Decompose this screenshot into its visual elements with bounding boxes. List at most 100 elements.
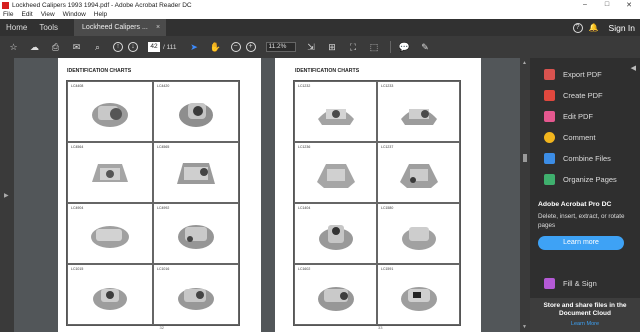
notification-bell-icon[interactable]: 🔔 <box>589 23 599 32</box>
tool-fill-sign[interactable]: Fill & Sign <box>530 273 640 294</box>
chart-cell: LC1602 <box>294 264 377 325</box>
caliper-photo <box>92 163 128 182</box>
comment-bubble-icon <box>544 132 555 143</box>
chart-cell: LC1233 <box>377 81 460 142</box>
close-window-button[interactable]: ✕ <box>618 1 640 9</box>
tool-create-pdf[interactable]: Create PDF <box>530 85 640 106</box>
part-label: LC4420 <box>157 84 170 88</box>
close-tab-icon[interactable]: × <box>156 24 160 31</box>
part-label: LC1016 <box>157 267 170 271</box>
scroll-mode-icon[interactable]: ⊞ <box>327 42 338 53</box>
toolbar-divider <box>389 41 391 53</box>
hand-tool-icon[interactable]: ✋ <box>210 42 221 53</box>
caliper-photo <box>178 287 214 310</box>
tab-home[interactable]: Home <box>0 23 33 32</box>
caliper-photo <box>317 286 354 311</box>
page-number: 33 <box>378 325 383 330</box>
tab-document[interactable]: Lockheed Calipers ... × <box>74 19 167 36</box>
part-label: LC1015 <box>71 267 84 271</box>
tab-tools[interactable]: Tools <box>33 23 64 32</box>
chart-cell: LC1237 <box>377 142 460 203</box>
tool-organize-pages[interactable]: Organize Pages <box>530 169 640 190</box>
email-icon[interactable]: ✉ <box>71 42 82 53</box>
tool-label: Comment <box>563 133 596 142</box>
cloud-upload-icon[interactable]: ☁ <box>29 42 40 53</box>
menu-window[interactable]: Window <box>63 11 86 18</box>
scroll-thumb[interactable] <box>523 154 527 162</box>
scroll-up-icon[interactable]: ▲ <box>522 60 527 66</box>
caliper-photo <box>93 287 127 310</box>
print-icon[interactable]: ⎙ <box>50 42 61 53</box>
zoom-out-icon[interactable]: − <box>230 42 241 52</box>
caliper-photo <box>316 163 355 188</box>
zoom-in-icon[interactable]: + <box>245 42 256 52</box>
menu-edit[interactable]: Edit <box>21 11 32 18</box>
previous-page-icon[interactable]: ↑ <box>113 42 123 52</box>
select-cursor-icon[interactable]: ➤ <box>189 42 200 53</box>
chart-cell: LC4992 <box>153 203 239 264</box>
chart-cell: LC1232 <box>294 81 377 142</box>
part-label: LC1232 <box>298 84 311 88</box>
caliper-photo <box>400 286 437 311</box>
combine-files-icon <box>544 153 555 164</box>
document-cloud-box: Store and share files in the Document Cl… <box>530 298 640 332</box>
caliper-photo <box>318 224 353 250</box>
document-tab-label: Lockheed Calipers ... <box>82 24 148 31</box>
menu-file[interactable]: File <box>3 11 13 18</box>
store-learn-more-link[interactable]: Learn More <box>530 321 640 327</box>
read-mode-icon[interactable]: ⬚ <box>369 42 380 53</box>
tool-label: Create PDF <box>563 91 603 100</box>
caliper-chart-grid: LC1232 LC1233 LC1236 LC1237 LC1404 LC158… <box>293 80 461 326</box>
tool-combine-files[interactable]: Combine Files <box>530 148 640 169</box>
bookmark-star-icon[interactable]: ☆ <box>8 42 19 53</box>
next-page-icon[interactable]: ↓ <box>128 42 138 52</box>
chart-cell: LC4408 <box>67 81 153 142</box>
page-number-input[interactable]: 42 <box>148 42 160 52</box>
minimize-button[interactable]: – <box>574 1 596 9</box>
menu-view[interactable]: View <box>41 11 55 18</box>
maximize-button[interactable]: □ <box>596 1 618 9</box>
tool-comment[interactable]: Comment <box>530 127 640 148</box>
chart-cell: LC4564 <box>67 142 153 203</box>
window-titlebar: Lockheed Calipers 1993 1994.pdf - Adobe … <box>0 0 640 10</box>
help-icon[interactable]: ? <box>572 22 583 33</box>
part-label: LC4564 <box>71 145 84 149</box>
menu-help[interactable]: Help <box>94 11 107 18</box>
edit-pdf-icon <box>544 111 555 122</box>
chart-cell: LC4565 <box>153 142 239 203</box>
chart-cell: LC4904 <box>67 203 153 264</box>
search-icon[interactable]: ⌕ <box>92 42 103 53</box>
learn-more-button[interactable]: Learn more <box>538 236 624 250</box>
part-label: LC4408 <box>71 84 84 88</box>
document-viewer[interactable]: IDENTIFICATION CHARTS LC4408 LC4420 LC45… <box>14 58 520 332</box>
chart-cell: LC1015 <box>67 264 153 325</box>
tool-label: Combine Files <box>563 154 611 163</box>
tool-label: Organize Pages <box>563 175 617 184</box>
zoom-level-select[interactable]: 11.2% <box>265 42 296 52</box>
pen-icon[interactable]: ✎ <box>420 42 431 53</box>
vertical-scrollbar[interactable]: ▲ ▼ <box>520 58 530 332</box>
organize-pages-icon <box>544 174 555 185</box>
scroll-down-icon[interactable]: ▼ <box>522 324 527 330</box>
menu-bar: File Edit View Window Help <box>0 10 640 19</box>
pdf-page-right: IDENTIFICATION CHARTS LC1232 LC1233 LC12… <box>275 58 481 332</box>
tool-label: Fill & Sign <box>563 279 597 288</box>
caliper-photo <box>399 163 438 188</box>
tool-edit-pdf[interactable]: Edit PDF <box>530 106 640 127</box>
part-label: LC1591 <box>381 267 394 271</box>
promo-description: Delete, insert, extract, or rotate pages <box>538 213 625 229</box>
full-screen-icon[interactable]: ⛶ <box>348 42 359 53</box>
sign-in-link[interactable]: Sign In <box>609 23 635 33</box>
tool-export-pdf[interactable]: Export PDF <box>530 64 640 85</box>
caliper-photo <box>400 108 437 125</box>
part-label: LC4904 <box>71 206 84 210</box>
fit-page-icon[interactable]: ⇲ <box>306 42 317 53</box>
tool-label: Edit PDF <box>563 112 594 121</box>
expand-left-panel-icon[interactable]: ▶ <box>4 192 9 199</box>
pdf-page-left: IDENTIFICATION CHARTS LC4408 LC4420 LC45… <box>58 58 261 332</box>
chart-cell: LC4420 <box>153 81 239 142</box>
tool-label: Export PDF <box>563 70 602 79</box>
comment-icon[interactable]: 💬 <box>399 42 410 53</box>
chart-cell: LC1580 <box>377 203 460 264</box>
caliper-photo <box>179 102 213 127</box>
